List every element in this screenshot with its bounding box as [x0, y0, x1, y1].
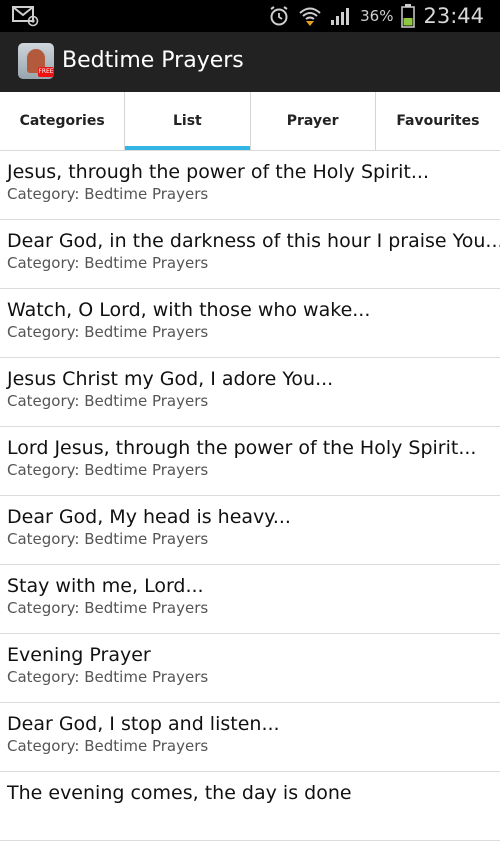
tab-prayer[interactable]: Prayer	[251, 92, 376, 150]
wifi-icon	[298, 5, 322, 27]
list-item[interactable]: Lord Jesus, through the power of the Hol…	[0, 427, 500, 496]
prayer-category: Category: Bedtime Prayers	[7, 737, 209, 755]
tab-favourites[interactable]: Favourites	[376, 92, 500, 150]
alarm-clock-icon	[268, 5, 290, 27]
tab-categories[interactable]: Categories	[0, 92, 126, 150]
prayer-title: Stay with me, Lord...	[7, 575, 204, 597]
prayer-title: Dear God, I stop and listen...	[7, 713, 280, 735]
prayer-category: Category: Bedtime Prayers	[7, 254, 209, 272]
list-item[interactable]: Dear God, I stop and listen... Category:…	[0, 703, 500, 772]
list-item[interactable]: Dear God, in the darkness of this hour I…	[0, 220, 500, 289]
prayer-category: Category: Bedtime Prayers	[7, 599, 209, 617]
signal-bars-icon	[330, 5, 352, 27]
battery-icon	[401, 4, 416, 28]
list-item[interactable]: Evening Prayer Category: Bedtime Prayers	[0, 634, 500, 703]
prayer-category: Category: Bedtime Prayers	[7, 185, 209, 203]
clock-time: 23:44	[423, 4, 484, 28]
tab-list[interactable]: List	[125, 92, 251, 150]
prayer-title: Jesus Christ my God, I adore You...	[7, 368, 334, 390]
list-item[interactable]: Stay with me, Lord... Category: Bedtime …	[0, 565, 500, 634]
list-item[interactable]: Dear God, My head is heavy... Category: …	[0, 496, 500, 565]
list-item[interactable]: Jesus, through the power of the Holy Spi…	[0, 151, 500, 220]
list-item[interactable]: Jesus Christ my God, I adore You... Cate…	[0, 358, 500, 427]
email-at-icon	[12, 5, 40, 27]
prayer-category: Category: Bedtime Prayers	[7, 668, 209, 686]
prayer-category: Category: Bedtime Prayers	[7, 530, 209, 548]
prayer-title: Jesus, through the power of the Holy Spi…	[7, 161, 429, 183]
prayer-category: Category: Bedtime Prayers	[7, 392, 209, 410]
list-item[interactable]: Watch, O Lord, with those who wake... Ca…	[0, 289, 500, 358]
list-item[interactable]: The evening comes, the day is done	[0, 772, 500, 841]
status-bar: 36% 23:44	[0, 0, 500, 32]
action-bar: FREE Bedtime Prayers	[0, 32, 500, 92]
prayer-category: Category: Bedtime Prayers	[7, 461, 209, 479]
battery-percent: 36%	[360, 7, 394, 25]
free-badge: FREE	[38, 67, 54, 77]
app-title: Bedtime Prayers	[62, 48, 244, 73]
prayer-title: Dear God, in the darkness of this hour I…	[7, 230, 500, 252]
tab-bar: Categories List Prayer Favourites	[0, 92, 500, 151]
prayer-title: Watch, O Lord, with those who wake...	[7, 299, 371, 321]
prayer-title: Lord Jesus, through the power of the Hol…	[7, 437, 477, 459]
prayer-title: Evening Prayer	[7, 644, 151, 666]
prayer-title: Dear God, My head is heavy...	[7, 506, 291, 528]
praying-hands-app-icon[interactable]: FREE	[18, 43, 54, 79]
prayer-category: Category: Bedtime Prayers	[7, 323, 209, 341]
prayer-title: The evening comes, the day is done	[7, 782, 352, 804]
prayer-list: Jesus, through the power of the Holy Spi…	[0, 151, 500, 841]
